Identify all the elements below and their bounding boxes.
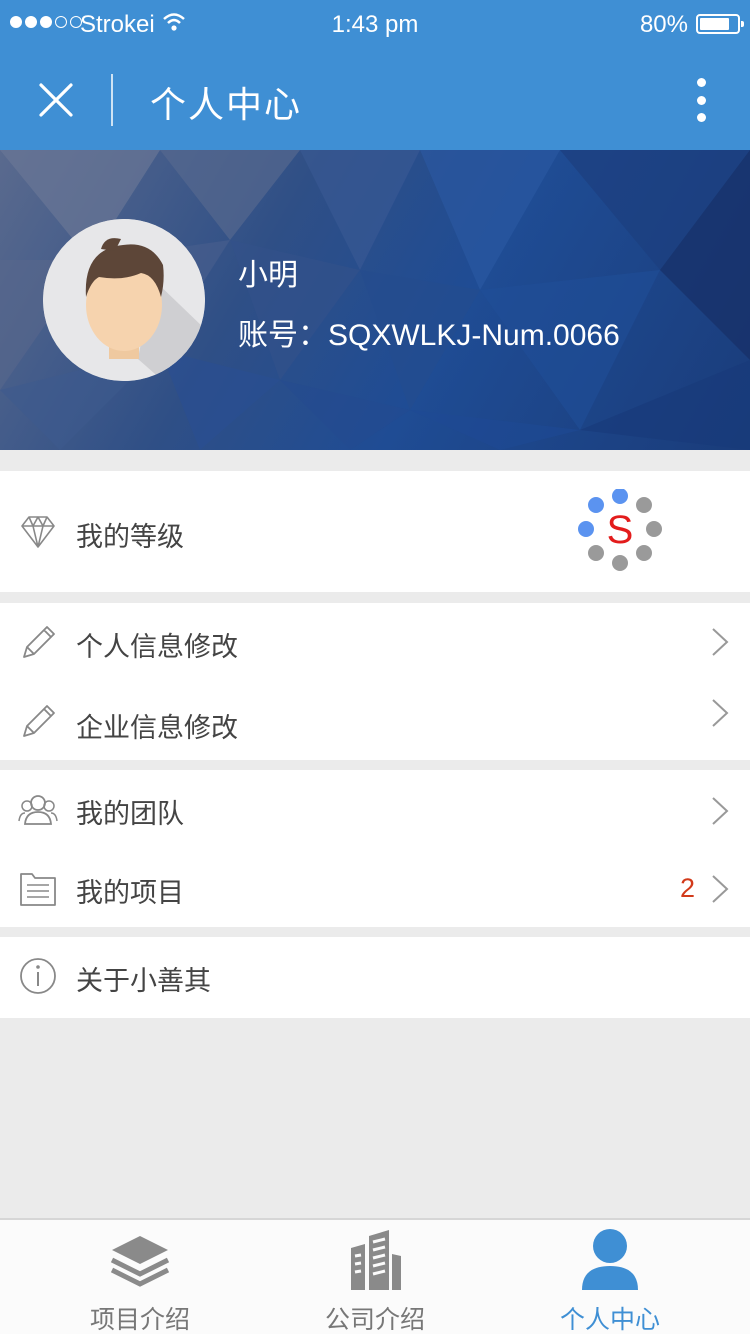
menu-item-label: 我的团队: [76, 799, 184, 830]
menu-item-label: 关于小善其: [76, 966, 211, 997]
pencil-icon: [23, 705, 55, 737]
team-icon: [18, 795, 58, 825]
profile-banner: 小明 账号：SQXWLKJ-Num.0066: [0, 150, 750, 450]
work-section: 我的团队 我的项目 2: [0, 770, 750, 927]
page-title: 个人中心: [150, 85, 303, 126]
menu-item-label: 个人信息修改: [76, 632, 238, 663]
tab-label: 公司介绍: [324, 1305, 425, 1334]
level-section: 我的等级 S: [0, 471, 750, 592]
pencil-icon: [23, 626, 55, 658]
menu-item-label: 我的等级: [76, 522, 184, 553]
close-icon: [39, 83, 73, 117]
tab-project-intro[interactable]: 项目介绍: [15, 1220, 265, 1334]
chevron-right-icon: [712, 699, 729, 727]
menu-item-company-info[interactable]: 企业信息修改: [0, 682, 750, 762]
level-letter: S: [607, 508, 634, 552]
clock: 1:43 pm: [331, 11, 419, 38]
layers-icon: [110, 1236, 170, 1287]
list-icon: [20, 873, 56, 906]
menu-item-projects[interactable]: 我的项目 2: [0, 849, 750, 929]
tab-personal-center[interactable]: 个人中心: [485, 1220, 735, 1334]
chevron-right-icon: [712, 875, 729, 903]
nav-bar: 个人中心: [0, 48, 750, 150]
battery-icon: [696, 14, 744, 34]
tab-bar: 项目介绍 公司介绍 个人中心: [0, 1218, 750, 1334]
more-vertical-icon: [696, 78, 706, 87]
info-section: 个人信息修改 企业信息修改: [0, 603, 750, 760]
tab-label: 个人中心: [559, 1305, 660, 1334]
menu-item-about[interactable]: 关于小善其: [0, 937, 750, 1017]
battery-percent: 80%: [639, 11, 688, 38]
menu-item-label: 企业信息修改: [76, 713, 238, 744]
nav-divider: [111, 74, 113, 126]
tab-company-intro[interactable]: 公司介绍: [250, 1220, 500, 1334]
menu-item-team[interactable]: 我的团队: [0, 770, 750, 850]
status-bar: Strokei 1:43 pm 80%: [0, 0, 750, 48]
building-icon: [351, 1230, 401, 1290]
menu-item-label: 我的项目: [76, 878, 184, 909]
about-section: 关于小善其: [0, 937, 750, 1018]
level-badge-icon: S: [578, 489, 662, 571]
more-options-button[interactable]: [688, 74, 714, 126]
chevron-right-icon: [712, 628, 729, 656]
user-avatar-icon: [43, 219, 205, 381]
tab-label: 项目介绍: [89, 1305, 190, 1334]
info-icon: [20, 958, 56, 994]
project-count-badge: 2: [679, 873, 695, 903]
user-name: 小明: [238, 258, 298, 293]
chevron-right-icon: [712, 797, 729, 825]
menu-item-personal-info[interactable]: 个人信息修改: [0, 603, 750, 683]
menu-item-level[interactable]: 我的等级 S: [0, 489, 750, 571]
account-number: 账号：SQXWLKJ-Num.0066: [238, 319, 620, 352]
close-button[interactable]: [28, 72, 84, 128]
diamond-icon: [21, 516, 55, 548]
person-icon: [582, 1229, 638, 1290]
avatar[interactable]: [43, 219, 205, 381]
